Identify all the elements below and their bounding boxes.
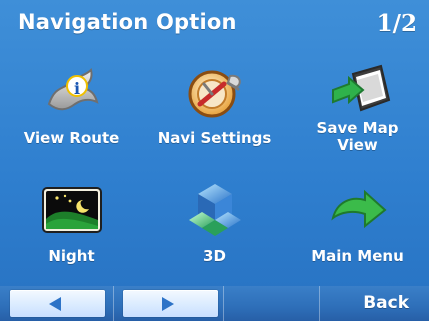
menu-item-label: Night <box>48 247 95 265</box>
back-button-label: Back <box>363 293 409 313</box>
divider <box>223 286 224 321</box>
menu-item-3d[interactable]: 3D <box>143 168 286 286</box>
menu-item-night[interactable]: Night <box>0 168 143 286</box>
night-icon <box>37 174 107 244</box>
svg-text:i: i <box>74 79 80 98</box>
triangle-right-icon <box>162 297 174 311</box>
triangle-left-icon <box>49 297 61 311</box>
menu-item-navi-settings[interactable]: Navi Settings <box>143 50 286 168</box>
bottom-bar: Back <box>0 286 429 321</box>
next-page-button[interactable] <box>123 290 218 317</box>
menu-item-label: View Route <box>23 129 120 147</box>
menu-item-save-map-view[interactable]: Save Map View <box>286 50 429 168</box>
menu-item-label: 3D <box>203 247 226 265</box>
menu-item-view-route[interactable]: i View Route <box>0 50 143 168</box>
menu-item-label: Navi Settings <box>157 129 272 147</box>
3d-icon <box>180 174 250 244</box>
page-title: Navigation Option <box>18 10 237 34</box>
save-map-view-icon <box>323 56 393 126</box>
navigation-option-screen: Navigation Option 1/2 i View Route Navi … <box>0 0 429 321</box>
options-grid: i View Route Navi Settings Save Map View… <box>0 50 429 286</box>
menu-item-main-menu[interactable]: Main Menu <box>286 168 429 286</box>
header-bar: Navigation Option 1/2 <box>0 0 429 50</box>
menu-item-label: Main Menu <box>311 247 404 265</box>
menu-item-label: Save Map View <box>316 119 399 154</box>
previous-page-button[interactable] <box>10 290 105 317</box>
navi-settings-icon <box>180 56 250 126</box>
view-route-icon: i <box>37 56 107 126</box>
page-indicator: 1/2 <box>376 10 417 37</box>
divider <box>113 286 114 321</box>
back-button[interactable]: Back <box>319 286 429 321</box>
main-menu-icon <box>323 174 393 244</box>
